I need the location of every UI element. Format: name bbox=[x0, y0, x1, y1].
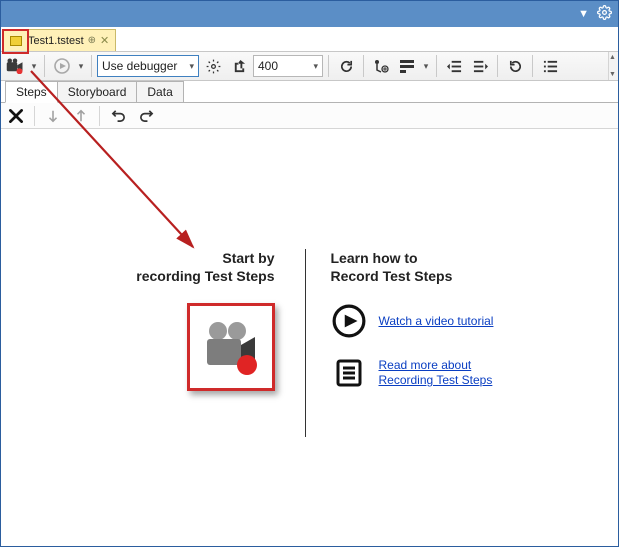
steps-panel: Start by recording Test Steps Learn how … bbox=[2, 129, 617, 545]
toolbar-separator bbox=[91, 55, 92, 77]
hint-heading: Learn how to Record Test Steps bbox=[331, 249, 530, 285]
chevron-down-icon: ▾ bbox=[189, 61, 194, 72]
tab-label: Data bbox=[147, 85, 172, 99]
learn-hint: Learn how to Record Test Steps Watch a v… bbox=[305, 249, 530, 437]
record-dropdown-caret-icon[interactable]: ▾ bbox=[29, 61, 39, 72]
delay-value: 400 bbox=[258, 59, 278, 73]
tab-storyboard[interactable]: Storyboard bbox=[58, 81, 138, 102]
refresh-button[interactable] bbox=[334, 54, 358, 78]
hint-heading: Start by recording Test Steps bbox=[90, 249, 275, 285]
vars-button[interactable] bbox=[395, 54, 419, 78]
move-up-button[interactable] bbox=[69, 105, 93, 127]
book-icon bbox=[331, 355, 367, 391]
play-circle-icon bbox=[331, 303, 367, 339]
settings-icon-button[interactable] bbox=[201, 54, 225, 78]
main-toolbar: ▾ ▾ Use debugger ▾ 400 ▾ ▾ ▲▼ bbox=[1, 51, 618, 81]
toolbar-overflow[interactable]: ▲▼ bbox=[608, 52, 618, 80]
hint-line: Record Test Steps bbox=[331, 268, 453, 284]
undo-button[interactable] bbox=[106, 105, 130, 127]
document-tab[interactable]: Test1.tstest ⊕ ✕ bbox=[3, 29, 116, 51]
hint-line: Start by bbox=[222, 250, 274, 266]
redo-button[interactable] bbox=[134, 105, 158, 127]
play-button[interactable] bbox=[50, 54, 74, 78]
step-settings-button[interactable] bbox=[369, 54, 393, 78]
window-titlebar: ▼ bbox=[1, 1, 618, 27]
list-button[interactable] bbox=[538, 54, 562, 78]
titlebar-caret-icon[interactable]: ▼ bbox=[578, 8, 589, 20]
document-icon bbox=[10, 36, 22, 46]
sub-separator bbox=[99, 106, 100, 126]
learn-video-row: Watch a video tutorial bbox=[331, 303, 530, 339]
toolbar-separator bbox=[497, 55, 498, 77]
delete-step-button[interactable] bbox=[4, 105, 28, 127]
content-tabstrip: Steps Storyboard Data bbox=[1, 81, 618, 103]
toolbar-separator bbox=[532, 55, 533, 77]
steps-sub-toolbar bbox=[1, 103, 618, 129]
indent-button[interactable] bbox=[468, 54, 492, 78]
start-recording-hint: Start by recording Test Steps bbox=[90, 249, 275, 437]
watch-video-link[interactable]: Watch a video tutorial bbox=[379, 314, 494, 330]
record-big-button[interactable] bbox=[187, 303, 275, 391]
tab-steps[interactable]: Steps bbox=[5, 81, 58, 103]
play-dropdown-caret-icon[interactable]: ▾ bbox=[76, 61, 86, 72]
toolbar-separator bbox=[328, 55, 329, 77]
outdent-button[interactable] bbox=[442, 54, 466, 78]
hint-line: Learn how to bbox=[331, 250, 418, 266]
document-tab-title: Test1.tstest bbox=[28, 35, 84, 47]
debugger-combo[interactable]: Use debugger ▾ bbox=[97, 55, 199, 77]
sub-separator bbox=[34, 106, 35, 126]
export-icon-button[interactable] bbox=[227, 54, 251, 78]
tab-data[interactable]: Data bbox=[137, 81, 183, 102]
learn-read-row: Read more about Recording Test Steps bbox=[331, 355, 530, 391]
vars-dropdown-caret-icon[interactable]: ▾ bbox=[421, 61, 431, 72]
toolbar-separator bbox=[436, 55, 437, 77]
close-tab-icon[interactable]: ✕ bbox=[100, 34, 109, 47]
move-down-button[interactable] bbox=[41, 105, 65, 127]
delay-combo[interactable]: 400 ▾ bbox=[253, 55, 323, 77]
empty-state: Start by recording Test Steps Learn how … bbox=[2, 249, 617, 437]
reload-button[interactable] bbox=[503, 54, 527, 78]
toolbar-separator bbox=[44, 55, 45, 77]
hint-line: recording Test Steps bbox=[136, 268, 274, 284]
tab-label: Steps bbox=[16, 85, 47, 99]
chevron-down-icon: ▾ bbox=[313, 61, 318, 72]
pin-icon[interactable]: ⊕ bbox=[88, 35, 96, 46]
settings-gear-icon[interactable] bbox=[597, 5, 612, 23]
document-tab-strip: Test1.tstest ⊕ ✕ bbox=[1, 27, 618, 51]
record-button[interactable] bbox=[3, 54, 27, 78]
toolbar-separator bbox=[363, 55, 364, 77]
read-more-link[interactable]: Read more about Recording Test Steps bbox=[379, 358, 529, 389]
debugger-combo-label: Use debugger bbox=[102, 59, 177, 73]
tab-label: Storyboard bbox=[68, 85, 127, 99]
